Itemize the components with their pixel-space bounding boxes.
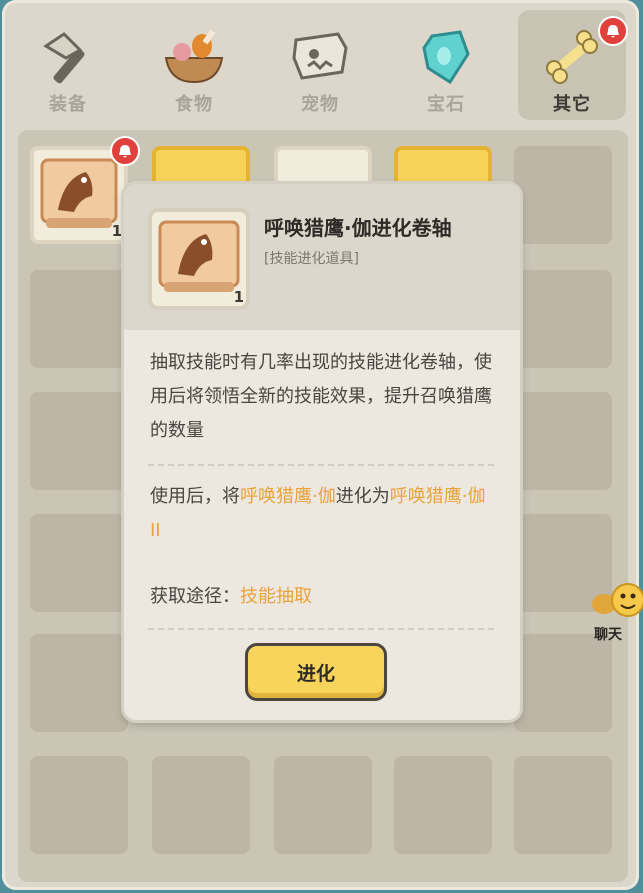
inventory-slot[interactable]	[514, 146, 612, 244]
inventory-slot[interactable]	[514, 392, 612, 490]
item-title: 呼唤猎鹰·伽进化卷轴	[264, 216, 452, 240]
notification-bell-icon	[110, 136, 140, 166]
chat-smiley-icon	[592, 583, 643, 617]
tab-gem[interactable]: 宝石	[392, 10, 500, 120]
falcon-scroll-icon	[40, 158, 118, 228]
item-count: 1	[111, 222, 122, 240]
source-label: 获取途径：	[150, 586, 240, 607]
tab-label: 食物	[175, 94, 213, 115]
food-bowl-icon	[164, 29, 224, 84]
item-count: 1	[233, 288, 244, 306]
divider	[148, 464, 494, 466]
gem-icon	[422, 30, 470, 85]
source-value: 技能抽取	[240, 586, 312, 607]
item-description: 抽取技能时有几率出现的技能进化卷轴，使用后将领悟全新的技能效果，提升召唤猎鹰的数…	[150, 352, 492, 441]
inventory-slot[interactable]	[30, 270, 128, 368]
evolve-mid: 进化为	[335, 486, 390, 507]
inventory-slot[interactable]	[30, 756, 128, 854]
evolve-info: 使用后，将呼唤猎鹰·伽进化为呼唤猎鹰·伽II	[150, 480, 494, 548]
divider	[148, 628, 494, 630]
evolve-button[interactable]: 进化	[245, 643, 387, 701]
bone-icon	[546, 30, 598, 84]
pet-skull-icon	[292, 32, 348, 80]
chat-button[interactable]: 聊天	[590, 582, 643, 643]
inventory-slot[interactable]	[514, 634, 612, 732]
tab-label: 宝石	[427, 94, 465, 115]
item-category: [技能进化道具]	[264, 251, 359, 267]
tab-equipment[interactable]: 装备	[14, 10, 122, 120]
category-tabbar: 装备 食物 宠物 宝石 其它	[14, 10, 632, 122]
inventory-slot[interactable]	[514, 756, 612, 854]
inventory-slot[interactable]	[30, 514, 128, 612]
tab-food[interactable]: 食物	[140, 10, 248, 120]
inventory-slot[interactable]	[514, 270, 612, 368]
inventory-slot[interactable]	[152, 756, 250, 854]
inventory-slot[interactable]	[394, 756, 492, 854]
notification-bell-icon	[598, 16, 628, 46]
equipment-hammer-icon	[43, 32, 85, 84]
tab-label: 装备	[49, 94, 87, 115]
falcon-scroll-icon	[158, 220, 240, 292]
inventory-slot[interactable]	[274, 756, 372, 854]
evolve-prefix: 使用后，将	[150, 486, 240, 507]
tab-label: 宠物	[301, 94, 339, 115]
chat-label: 聊天	[594, 627, 622, 643]
acquire-info: 获取途径：技能抽取	[150, 580, 494, 614]
inventory-slot[interactable]	[30, 634, 128, 732]
tab-other[interactable]: 其它	[518, 10, 628, 120]
tab-label: 其它	[553, 94, 591, 115]
tab-pet[interactable]: 宠物	[266, 10, 374, 120]
popup-header: 1 呼唤猎鹰·伽进化卷轴 [技能进化道具]	[124, 184, 520, 330]
inventory-slot[interactable]	[30, 392, 128, 490]
evolve-from: 呼唤猎鹰·伽	[240, 486, 336, 507]
popup-item-slot: 1	[148, 208, 250, 310]
item-detail-popup: 1 呼唤猎鹰·伽进化卷轴 [技能进化道具] 抽取技能时有几率出现的技能进化卷轴，…	[124, 184, 520, 720]
